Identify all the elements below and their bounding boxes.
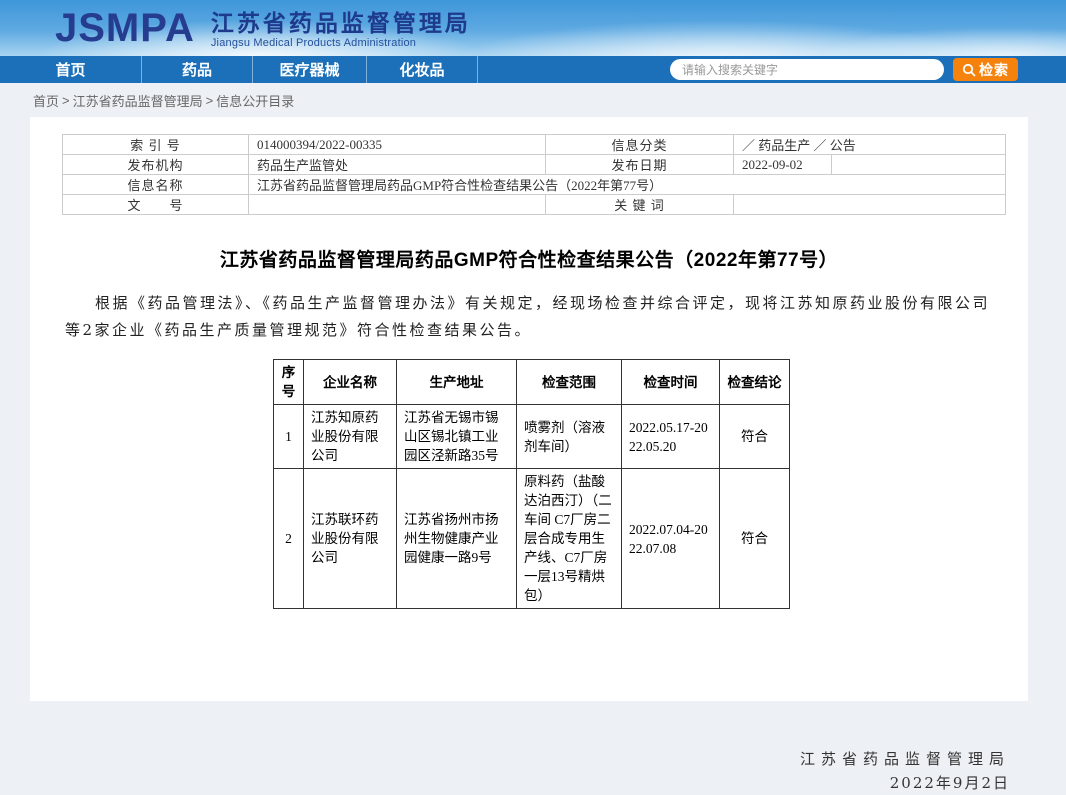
meta-row-index-category: 索 引 号 014000394/2022-00335 信息分类 ／ 药品生产 ／… xyxy=(63,135,1006,155)
search-area: 检索 xyxy=(670,58,1018,81)
result-header-row: 序号 企业名称 生产地址 检查范围 检查时间 检查结论 xyxy=(274,360,790,405)
search-button[interactable]: 检索 xyxy=(953,58,1018,81)
breadcrumb: 首页 > 江苏省药品监督管理局 > 信息公开目录 xyxy=(0,83,1066,117)
meta-value-date: 2022-09-02 xyxy=(734,155,832,175)
site-header: JSMPA 江苏省药品监督管理局 Jiangsu Medical Product… xyxy=(0,0,1066,56)
meta-label-keyword: 关 键 词 xyxy=(546,195,734,215)
site-title-block: 江苏省药品监督管理局 Jiangsu Medical Products Admi… xyxy=(211,8,471,49)
cell-seq: 1 xyxy=(274,405,304,469)
meta-label-name: 信息名称 xyxy=(63,175,249,195)
cell-company: 江苏知原药业股份有限公司 xyxy=(304,405,397,469)
nav-item-drugs[interactable]: 药品 xyxy=(142,56,253,83)
cell-company: 江苏联环药业股份有限公司 xyxy=(304,469,397,609)
meta-row-name: 信息名称 江苏省药品监督管理局药品GMP符合性检查结果公告（2022年第77号） xyxy=(63,175,1006,195)
cell-scope: 喷雾剂（溶液剂车间） xyxy=(517,405,622,469)
search-input[interactable] xyxy=(670,59,944,80)
table-row: 2 江苏联环药业股份有限公司 江苏省扬州市扬州生物健康产业园健康一路9号 原料药… xyxy=(274,469,790,609)
meta-value-index: 014000394/2022-00335 xyxy=(249,135,546,155)
cell-scope: 原料药（盐酸达泊西汀）（二车间 C7厂房二层合成专用生产线、C7厂房一层13号精… xyxy=(517,469,622,609)
signature-date: 2022年9月2日 xyxy=(800,771,1010,795)
cell-time: 2022.05.17-2022.05.20 xyxy=(622,405,720,469)
col-header-time: 检查时间 xyxy=(622,360,720,405)
col-header-seq: 序号 xyxy=(274,360,304,405)
breadcrumb-directory[interactable]: 信息公开目录 xyxy=(216,91,294,110)
logo-acronym: JSMPA xyxy=(55,6,195,50)
meta-value-keyword xyxy=(734,195,1006,215)
page-title: 江苏省药品监督管理局药品GMP符合性检查结果公告（2022年第77号） xyxy=(50,245,1008,272)
nav-item-home[interactable]: 首页 xyxy=(0,56,142,83)
col-header-address: 生产地址 xyxy=(397,360,517,405)
meta-row-agency-date: 发布机构 药品生产监管处 发布日期 2022-09-02 xyxy=(63,155,1006,175)
site-logo[interactable]: JSMPA 江苏省药品监督管理局 Jiangsu Medical Product… xyxy=(55,6,471,50)
site-title-zh: 江苏省药品监督管理局 xyxy=(211,10,471,36)
cell-address: 江苏省无锡市锡山区锡北镇工业园区泾新路35号 xyxy=(397,405,517,469)
signature-block: 江苏省药品监督管理局 2022年9月2日 xyxy=(800,747,1010,795)
site-title-en: Jiangsu Medical Products Administration xyxy=(211,37,471,49)
cell-seq: 2 xyxy=(274,469,304,609)
meta-cell-empty xyxy=(832,155,1006,175)
cell-address: 江苏省扬州市扬州生物健康产业园健康一路9号 xyxy=(397,469,517,609)
cell-time: 2022.07.04-2022.07.08 xyxy=(622,469,720,609)
meta-row-docno-keyword: 文 号 关 键 词 xyxy=(63,195,1006,215)
cell-conclusion: 符合 xyxy=(720,469,790,609)
meta-value-docno xyxy=(249,195,546,215)
table-row: 1 江苏知原药业股份有限公司 江苏省无锡市锡山区锡北镇工业园区泾新路35号 喷雾… xyxy=(274,405,790,469)
col-header-conclusion: 检查结论 xyxy=(720,360,790,405)
breadcrumb-agency[interactable]: 江苏省药品监督管理局 xyxy=(73,91,203,110)
nav-item-medical-devices[interactable]: 医疗器械 xyxy=(253,56,367,83)
document-meta-table: 索 引 号 014000394/2022-00335 信息分类 ／ 药品生产 ／… xyxy=(62,134,1006,215)
search-icon xyxy=(962,63,976,77)
breadcrumb-home[interactable]: 首页 xyxy=(33,91,59,110)
meta-value-agency: 药品生产监管处 xyxy=(249,155,546,175)
meta-value-category: ／ 药品生产 ／ 公告 xyxy=(734,135,1006,155)
article-paragraph: 根据《药品管理法》、《药品生产监督管理办法》有关规定，经现场检查并综合评定，现将… xyxy=(65,290,990,344)
col-header-company: 企业名称 xyxy=(304,360,397,405)
meta-label-docno: 文 号 xyxy=(63,195,249,215)
inspection-result-table: 序号 企业名称 生产地址 检查范围 检查时间 检查结论 1 江苏知原药业股份有限… xyxy=(273,359,790,609)
breadcrumb-separator: > xyxy=(206,93,214,108)
nav-item-cosmetics[interactable]: 化妆品 xyxy=(367,56,478,83)
meta-label-date: 发布日期 xyxy=(546,155,734,175)
meta-value-name: 江苏省药品监督管理局药品GMP符合性检查结果公告（2022年第77号） xyxy=(249,175,1006,195)
meta-label-category: 信息分类 xyxy=(546,135,734,155)
main-nav: 首页 药品 医疗器械 化妆品 检索 xyxy=(0,56,1066,83)
meta-label-index: 索 引 号 xyxy=(63,135,249,155)
content-panel: 索 引 号 014000394/2022-00335 信息分类 ／ 药品生产 ／… xyxy=(30,117,1028,701)
cell-conclusion: 符合 xyxy=(720,405,790,469)
meta-label-agency: 发布机构 xyxy=(63,155,249,175)
signature-organization: 江苏省药品监督管理局 xyxy=(800,747,1010,771)
breadcrumb-separator: > xyxy=(62,93,70,108)
search-button-label: 检索 xyxy=(979,60,1009,80)
col-header-scope: 检查范围 xyxy=(517,360,622,405)
